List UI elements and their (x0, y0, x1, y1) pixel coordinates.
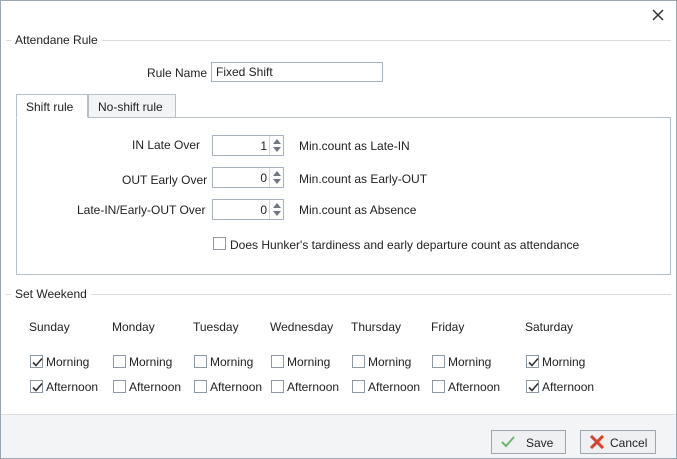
late-in-early-out-over-label: Late-IN/Early-OUT Over (77, 203, 206, 217)
morning-checkbox-label: Morning (542, 355, 586, 369)
afternoon-checkbox[interactable] (432, 380, 445, 393)
afternoon-checkbox[interactable] (194, 380, 207, 393)
morning-checkbox-label: Morning (129, 355, 173, 369)
tardiness-checkbox[interactable] (213, 237, 226, 250)
checkmark-icon (32, 382, 43, 392)
weekday-header: Thursday (351, 320, 402, 334)
out-early-over-suffix: Min.count as Early-OUT (299, 172, 428, 186)
tab-no-shift-rule[interactable]: No-shift rule (88, 94, 176, 118)
out-early-over-stepper[interactable]: 0 (212, 167, 284, 188)
tab-shift-rule[interactable]: Shift rule (16, 94, 88, 118)
morning-checkbox-label: Morning (210, 355, 254, 369)
afternoon-checkbox[interactable] (271, 380, 284, 393)
in-late-over-value: 1 (260, 139, 267, 153)
chevron-down-icon[interactable] (273, 179, 281, 184)
weekday-header: Friday (431, 320, 465, 334)
out-early-over-value: 0 (260, 171, 267, 185)
stepper-arrows[interactable] (269, 200, 283, 219)
cancel-button[interactable]: Cancel (580, 430, 656, 454)
rule-name-input[interactable] (211, 62, 383, 82)
checkmark-icon (32, 357, 43, 367)
afternoon-checkbox-label: Afternoon (368, 380, 421, 394)
morning-checkbox[interactable] (194, 355, 207, 368)
morning-checkbox[interactable] (30, 355, 43, 368)
late-in-early-out-over-value: 0 (260, 203, 267, 217)
morning-checkbox[interactable] (271, 355, 284, 368)
save-button[interactable]: Save (491, 430, 566, 454)
afternoon-checkbox-label: Afternoon (129, 380, 182, 394)
afternoon-checkbox-label: Afternoon (542, 380, 595, 394)
morning-checkbox[interactable] (352, 355, 365, 368)
afternoon-checkbox[interactable] (113, 380, 126, 393)
weekday-header: Tuesday (193, 320, 239, 334)
save-button-label: Save (526, 436, 554, 450)
morning-checkbox-label: Morning (287, 355, 331, 369)
chevron-up-icon[interactable] (273, 139, 281, 144)
morning-checkbox-label: Morning (448, 355, 492, 369)
stepper-arrows[interactable] (269, 168, 283, 187)
chevron-up-icon[interactable] (273, 203, 281, 208)
cancel-button-label: Cancel (610, 436, 648, 450)
weekday-header: Saturday (525, 320, 574, 334)
in-late-over-stepper[interactable]: 1 (212, 135, 284, 156)
afternoon-checkbox-label: Afternoon (448, 380, 501, 394)
afternoon-checkbox[interactable] (30, 380, 43, 393)
late-in-early-out-over-stepper[interactable]: 0 (212, 199, 284, 220)
weekday-header: Wednesday (270, 320, 334, 334)
chevron-down-icon[interactable] (273, 211, 281, 216)
checkmark-icon (528, 357, 539, 367)
rule-name-label: Rule Name (147, 66, 208, 80)
morning-checkbox[interactable] (526, 355, 539, 368)
weekday-header: Monday (112, 320, 155, 334)
attendance-rule-dialog: Attendane Rule Rule Name Shift rule No-s… (0, 0, 677, 459)
weekday-header: Sunday (29, 320, 70, 334)
afternoon-checkbox-label: Afternoon (210, 380, 263, 394)
morning-checkbox[interactable] (432, 355, 445, 368)
set-weekend-group-title: Set Weekend (11, 287, 91, 301)
morning-checkbox-label: Morning (46, 355, 90, 369)
late-in-early-out-over-suffix: Min.count as Absence (299, 203, 417, 217)
stepper-arrows[interactable] (269, 136, 283, 155)
in-late-over-suffix: Min.count as Late-IN (299, 139, 410, 153)
morning-checkbox-label: Morning (368, 355, 412, 369)
out-early-over-label: OUT Early Over (122, 173, 208, 187)
dialog-footer: Save Cancel (1, 414, 676, 458)
afternoon-checkbox[interactable] (526, 380, 539, 393)
cross-icon (589, 434, 605, 452)
afternoon-checkbox-label: Afternoon (46, 380, 99, 394)
checkmark-icon (500, 435, 516, 452)
morning-checkbox[interactable] (113, 355, 126, 368)
title-bar (1, 1, 676, 29)
chevron-up-icon[interactable] (273, 171, 281, 176)
tardiness-checkbox-label: Does Hunker's tardiness and early depart… (230, 238, 580, 252)
afternoon-checkbox[interactable] (352, 380, 365, 393)
chevron-down-icon[interactable] (273, 147, 281, 152)
checkmark-icon (528, 382, 539, 392)
afternoon-checkbox-label: Afternoon (287, 380, 340, 394)
close-icon[interactable] (650, 7, 666, 23)
in-late-over-label: IN Late Over (132, 138, 201, 152)
attendance-rule-group-title: Attendane Rule (11, 33, 102, 47)
